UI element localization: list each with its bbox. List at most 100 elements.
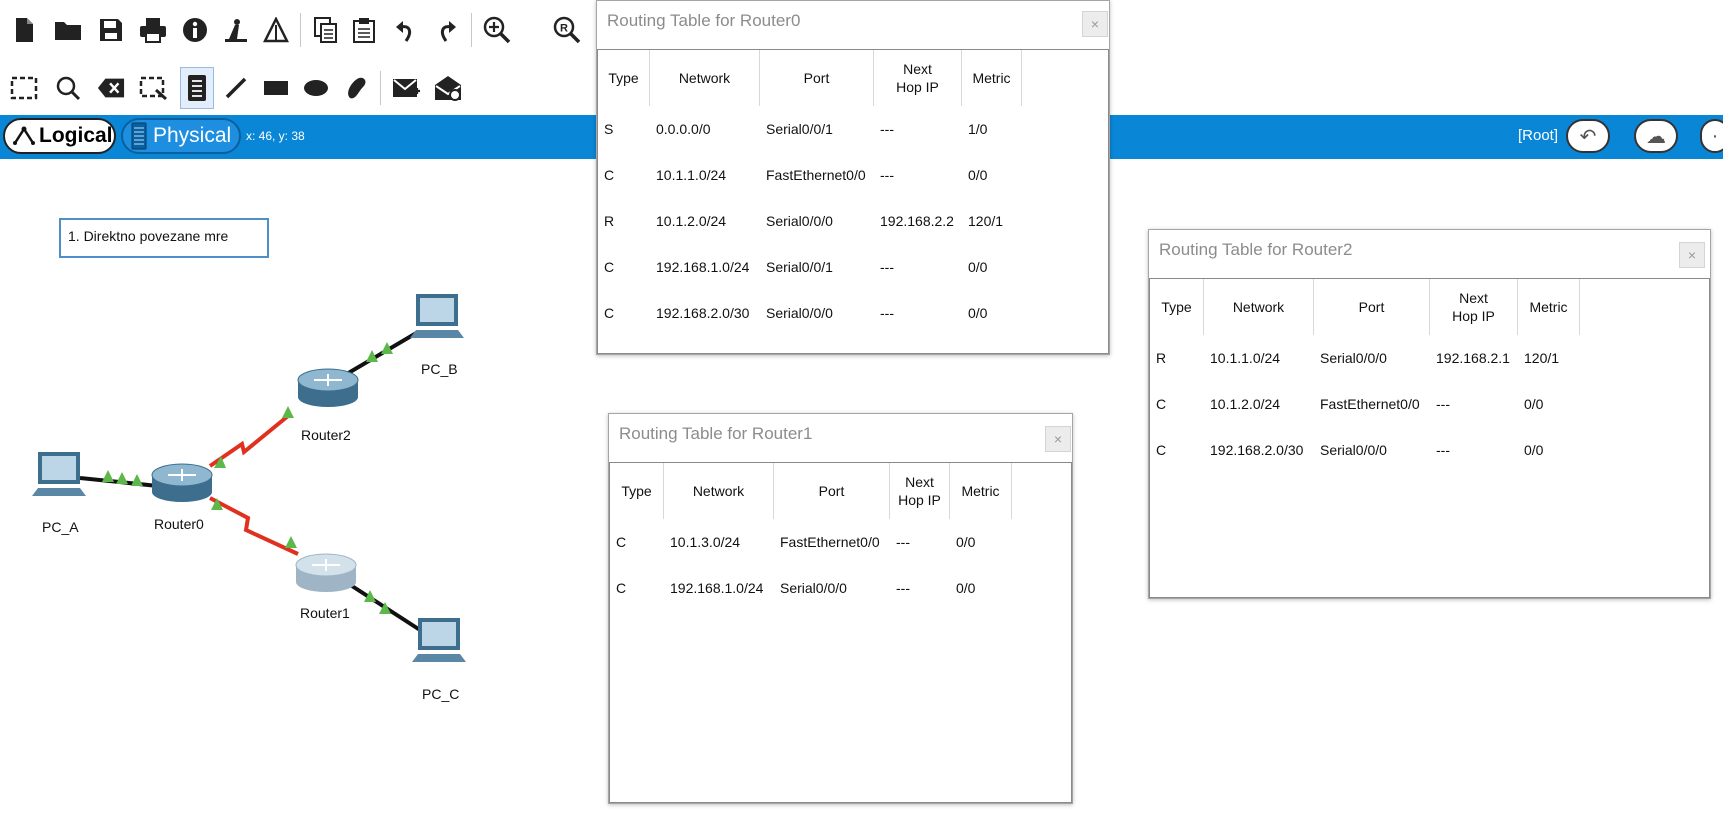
close-button[interactable]: ×: [1082, 11, 1108, 37]
cell-type: R: [604, 213, 615, 229]
routing-table-window-router2: Routing Table for Router2 × Type Network…: [1148, 229, 1711, 599]
column-header: Next Hop IP: [874, 50, 962, 106]
close-icon: ×: [1687, 247, 1697, 263]
cell-metric: 120/1: [1524, 350, 1560, 366]
cell-network: 192.168.1.0/24: [670, 580, 764, 596]
cell-port: Serial0/0/0: [1320, 350, 1387, 366]
cell-type: C: [604, 167, 615, 183]
column-header: Next Hop IP: [1430, 279, 1518, 335]
pc-c-label[interactable]: PC_C: [422, 686, 459, 702]
column-header: Network: [1204, 279, 1314, 335]
router0-label[interactable]: Router0: [154, 516, 204, 532]
column-header: Network: [664, 463, 774, 519]
cell-metric: 0/0: [968, 305, 988, 321]
cell-port: Serial0/0/1: [766, 259, 833, 275]
column-header: Metric: [950, 463, 1012, 519]
pc-c-icon: [412, 618, 466, 662]
close-icon: ×: [1053, 431, 1063, 447]
column-header: Port: [1314, 279, 1430, 335]
link-light-icon: [102, 470, 114, 482]
link-light-icon: [285, 536, 297, 548]
cell-next-hop: ---: [880, 305, 894, 321]
column-header: Next Hop IP: [890, 463, 950, 519]
cloud-icon: ☁: [1646, 125, 1666, 148]
router0-icon: [151, 463, 213, 502]
root-breadcrumb[interactable]: [Root]: [1518, 127, 1558, 144]
link-light-icon: [282, 406, 294, 418]
cell-type: C: [1156, 396, 1167, 412]
column-header: Type: [1150, 279, 1204, 335]
router2-icon: [297, 368, 359, 407]
cell-metric: 120/1: [968, 213, 1004, 229]
cell-metric: 0/0: [968, 259, 988, 275]
more-button[interactable]: ·: [1700, 119, 1723, 153]
cell-metric: 0/0: [1524, 396, 1544, 412]
cell-type: C: [616, 534, 627, 550]
cell-next-hop: 192.168.2.1: [1436, 350, 1510, 366]
cell-network: 192.168.2.0/30: [656, 305, 750, 321]
cell-port: Serial0/0/1: [766, 121, 833, 137]
cell-port: FastEthernet0/0: [1320, 396, 1420, 412]
cell-next-hop: ---: [1436, 396, 1450, 412]
cell-port: Serial0/0/0: [766, 305, 833, 321]
zoom-reset-icon[interactable]: R: [553, 16, 581, 44]
cell-network: 10.1.1.0/24: [656, 167, 727, 183]
router2-label[interactable]: Router2: [301, 427, 351, 443]
cell-port: Serial0/0/0: [780, 580, 847, 596]
link-router0-router1: [209, 496, 299, 556]
window-title: Routing Table for Router2: [1159, 240, 1353, 259]
column-header: Type: [598, 50, 650, 106]
cell-network: 0.0.0.0/0: [656, 121, 711, 137]
close-icon: ×: [1090, 16, 1100, 32]
pc-a-label[interactable]: PC_A: [42, 519, 79, 535]
column-header: Type: [610, 463, 664, 519]
pc-a-icon: [32, 452, 86, 496]
cell-network: 10.1.3.0/24: [670, 534, 741, 550]
cell-next-hop: ---: [880, 259, 894, 275]
router1-icon: [295, 553, 357, 592]
link-light-icon: [131, 474, 143, 486]
routing-table-window-router1: Routing Table for Router1 × Type Network…: [608, 413, 1073, 804]
cell-metric: 0/0: [956, 580, 976, 596]
cell-type: C: [604, 305, 615, 321]
cell-metric: 0/0: [1524, 442, 1544, 458]
cell-type: C: [616, 580, 627, 596]
cell-next-hop: ---: [880, 121, 894, 137]
cell-network: 192.168.2.0/30: [1210, 442, 1304, 458]
cell-network: 10.1.2.0/24: [656, 213, 727, 229]
close-button[interactable]: ×: [1045, 426, 1071, 452]
cell-port: FastEthernet0/0: [766, 167, 866, 183]
more-icon: ·: [1711, 124, 1719, 147]
topology-diagram: [32, 294, 466, 662]
column-header: Port: [760, 50, 874, 106]
column-header: Metric: [1518, 279, 1580, 335]
close-button[interactable]: ×: [1679, 242, 1705, 268]
column-header: Metric: [962, 50, 1022, 106]
cell-next-hop: ---: [896, 534, 910, 550]
window-title: Routing Table for Router0: [607, 11, 801, 30]
cell-metric: 0/0: [968, 167, 988, 183]
cell-next-hop: ---: [880, 167, 894, 183]
cell-type: C: [1156, 442, 1167, 458]
pc-b-label[interactable]: PC_B: [421, 361, 458, 377]
cluster-button[interactable]: ☁: [1634, 119, 1678, 153]
cell-next-hop: ---: [1436, 442, 1450, 458]
svg-text:R: R: [560, 23, 568, 35]
cell-metric: 0/0: [956, 534, 976, 550]
window-title: Routing Table for Router1: [619, 424, 813, 443]
cell-port: Serial0/0/0: [1320, 442, 1387, 458]
cell-network: 192.168.1.0/24: [656, 259, 750, 275]
cell-next-hop: 192.168.2.2: [880, 213, 954, 229]
cell-type: S: [604, 121, 614, 137]
cell-network: 10.1.1.0/24: [1210, 350, 1281, 366]
column-header: Port: [774, 463, 890, 519]
pc-b-icon: [410, 294, 464, 338]
router1-label[interactable]: Router1: [300, 605, 350, 621]
back-button[interactable]: ↶: [1566, 119, 1610, 153]
column-header: Network: [650, 50, 760, 106]
routing-table: Type Network Port Next Hop IP Metric S 0…: [597, 49, 1109, 354]
cell-metric: 1/0: [968, 121, 988, 137]
cell-port: FastEthernet0/0: [780, 534, 880, 550]
routing-table: Type Network Port Next Hop IP Metric C 1…: [609, 462, 1072, 803]
back-arrow-icon: ↶: [1579, 125, 1597, 148]
